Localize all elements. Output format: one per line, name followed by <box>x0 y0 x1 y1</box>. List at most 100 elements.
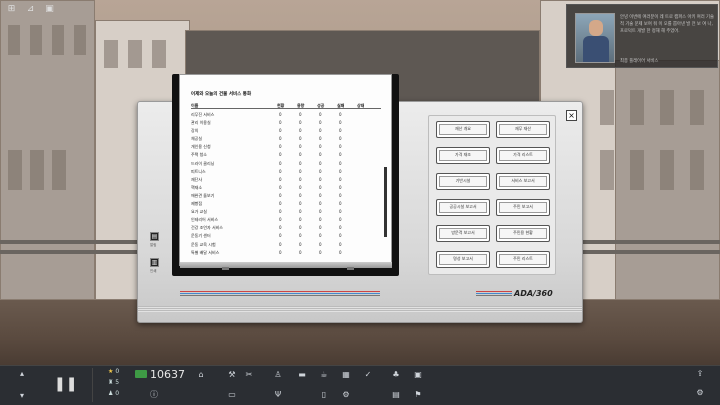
report-row: 피트니스 0 0 0 0 <box>191 168 381 176</box>
service-value: 0 <box>339 233 342 239</box>
shop-icon[interactable]: ▣ <box>412 370 424 380</box>
service-value: 0 <box>319 241 322 247</box>
service-value: 0 <box>299 112 302 117</box>
service-value: 0 <box>299 160 302 166</box>
report-row: 주택 청소 0 0 0 0 <box>191 151 381 159</box>
service-value: 0 <box>319 144 322 150</box>
character-portrait-icon <box>575 13 615 63</box>
service-value: 0 <box>279 128 282 134</box>
service-value: 0 <box>299 241 302 247</box>
service-name: 요가 교실 <box>191 209 207 215</box>
report-title: 어제와 오늘의 건물 서비스 통화 <box>191 92 252 97</box>
info-icon[interactable]: ⓘ <box>148 390 160 400</box>
service-name: 특별 배달 서비스 <box>191 249 220 255</box>
service-value: 0 <box>279 144 282 150</box>
report-button[interactable]: 서비스 보고서 <box>496 173 550 190</box>
plant-icon[interactable]: ♣ <box>390 370 402 380</box>
check-icon[interactable]: ✓ <box>362 370 374 380</box>
cup-icon[interactable]: ☕ <box>318 370 330 380</box>
visitor-count: ♟ 0 <box>108 390 120 397</box>
book-icon[interactable]: ▤ <box>390 390 402 400</box>
report-button[interactable]: 방문객 보고서 <box>436 225 490 242</box>
service-value: 0 <box>299 152 302 158</box>
service-value: 0 <box>279 120 282 126</box>
service-value: 0 <box>299 184 302 190</box>
report-row: 애완견 돌보기 0 0 0 0 <box>191 192 381 200</box>
report-paper: 어제와 오늘의 건물 서비스 통화 이름 현황 용량 성공 실패 상태 리무진 … <box>179 74 392 266</box>
service-name: 건강 조언자 서비스 <box>191 225 223 231</box>
graph-icon[interactable]: ⊞ <box>6 4 17 15</box>
service-value: 0 <box>279 241 282 247</box>
service-name: 강의 <box>191 128 199 134</box>
service-name: 재단사 <box>191 176 203 182</box>
service-value: 0 <box>299 217 302 223</box>
bank-icon[interactable]: ⌂ <box>195 370 207 380</box>
report-button[interactable]: 재산 개요 <box>436 121 490 138</box>
notification-text: 안녕 이번에 여러분이 레 트로 캠퍼스 아키 여러 기술 적 기술 문제 보여… <box>620 15 714 34</box>
report-button[interactable]: 기반시설 <box>436 173 490 190</box>
service-value: 0 <box>339 225 342 231</box>
service-value: 0 <box>279 168 282 174</box>
report-button[interactable]: 주민 보고서 <box>496 199 550 216</box>
service-value: 0 <box>299 249 302 255</box>
printer-icon[interactable]: ▤ <box>150 232 159 241</box>
service-value: 0 <box>339 136 342 142</box>
report-row: 요가 교실 0 0 0 0 <box>191 208 381 216</box>
report-row: 인테리어 서비스 0 0 0 0 <box>191 216 381 224</box>
service-name: 리무진 서비스 <box>191 112 215 117</box>
notification-panel[interactable]: 안녕 이번에 여러분이 레 트로 캠퍼스 아키 여러 기술 적 기술 문제 보여… <box>566 4 718 68</box>
service-value: 0 <box>319 225 322 231</box>
settings-icon[interactable]: ⚙ <box>694 388 706 398</box>
speed-down-icon[interactable]: ▾ <box>16 391 28 401</box>
service-value: 0 <box>319 184 322 190</box>
report-button[interactable]: 가격 리스트 <box>496 147 550 164</box>
service-value: 0 <box>279 217 282 223</box>
person-icon[interactable]: ♙ <box>272 370 284 380</box>
report-button[interactable]: 주민용 현황 <box>496 225 550 242</box>
box-icon[interactable]: ▦ <box>340 370 352 380</box>
food-icon[interactable]: Ψ <box>272 390 284 400</box>
door-icon[interactable]: ▯ <box>318 390 330 400</box>
report-button[interactable]: 명성 보고서 <box>436 251 490 268</box>
car-icon[interactable]: ▭ <box>226 390 238 400</box>
service-value: 0 <box>339 120 342 126</box>
service-name: 피트니스 <box>191 168 206 174</box>
report-row: 관리 이용실 0 0 0 0 <box>191 119 381 127</box>
report-row: 제빵점 0 0 0 0 <box>191 200 381 208</box>
report-row: 핵재소 0 0 0 0 <box>191 184 381 192</box>
service-value: 0 <box>279 209 282 215</box>
service-value: 0 <box>279 184 282 190</box>
report-button[interactable]: 재무 재산 <box>496 121 550 138</box>
service-value: 0 <box>299 176 302 182</box>
speed-up-icon[interactable]: ▴ <box>16 369 28 379</box>
service-name: 핵재소 <box>191 184 203 190</box>
service-value: 0 <box>319 112 322 117</box>
service-name: 운동기 센터 <box>191 233 211 239</box>
service-value: 0 <box>319 209 322 215</box>
top-left-toolbar: ⊞ ⊿ ▣ <box>6 4 55 15</box>
print-icon[interactable]: ▥ <box>150 258 159 267</box>
report-button[interactable]: 주민 리스트 <box>496 251 550 268</box>
service-value: 0 <box>339 209 342 215</box>
chart-icon[interactable]: ⊿ <box>25 4 36 15</box>
service-value: 0 <box>339 168 342 174</box>
report-button[interactable]: 가격 재조 <box>436 147 490 164</box>
save-icon[interactable]: ▣ <box>44 4 55 15</box>
sign-icon[interactable]: ⚑ <box>412 390 424 400</box>
build-icon[interactable]: ⚒ <box>226 370 238 380</box>
report-row: 체공실 0 0 0 0 <box>191 135 381 143</box>
service-value: 0 <box>339 217 342 223</box>
service-name: 제빵점 <box>191 201 203 207</box>
pause-button[interactable]: ❚❚ <box>54 375 77 393</box>
report-button[interactable]: 공공시설 보고서 <box>436 199 490 216</box>
report-row: 드라이 클리닝 0 0 0 0 <box>191 160 381 168</box>
close-button[interactable]: × <box>566 110 577 121</box>
report-scrollbar[interactable] <box>384 167 387 237</box>
service-value: 0 <box>339 241 342 247</box>
upload-icon[interactable]: ⇪ <box>694 369 706 379</box>
tool-icon[interactable]: ⚙ <box>340 390 352 400</box>
report-row: 강의 0 0 0 0 <box>191 127 381 135</box>
bed-icon[interactable]: ▬ <box>296 370 308 380</box>
side-label: 알림 <box>150 243 157 247</box>
tools-icon[interactable]: ✂ <box>243 370 255 380</box>
